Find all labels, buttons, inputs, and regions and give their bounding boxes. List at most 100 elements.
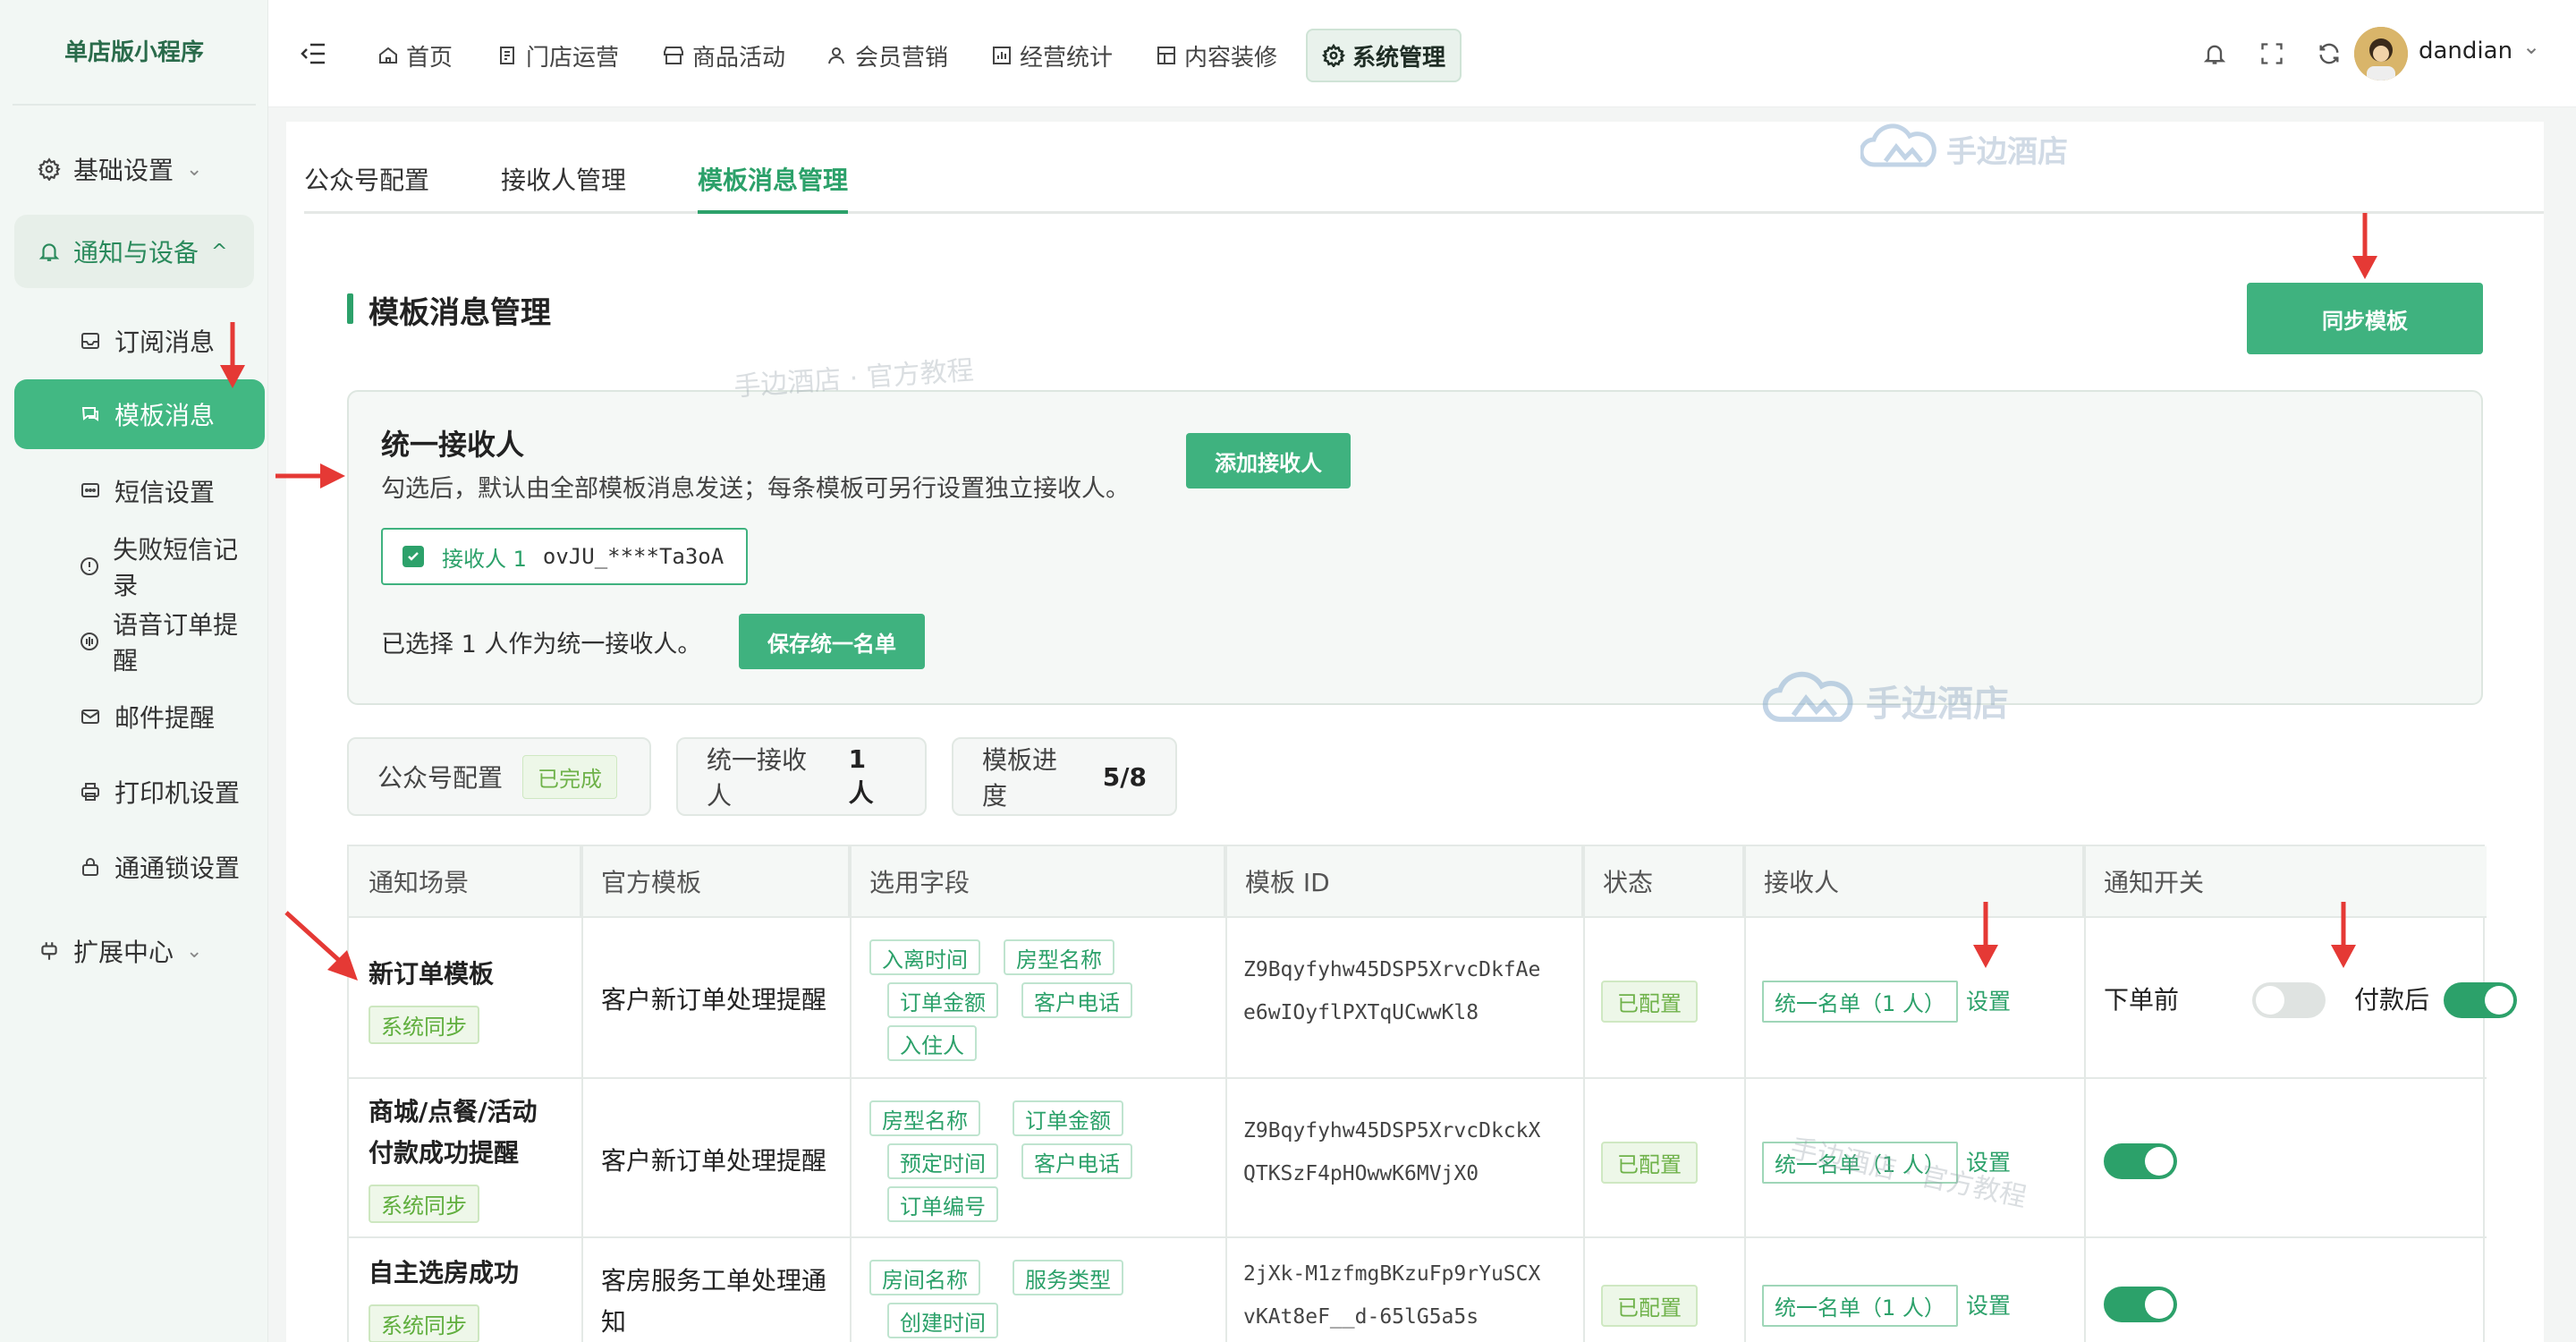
divider [349,1236,2487,1238]
nav-home[interactable]: 首页 [363,29,467,82]
save-unified-list-button[interactable]: 保存统一名单 [739,614,925,669]
divider [850,846,852,1342]
sync-templates-button[interactable]: 同步模板 [2247,283,2483,354]
shop-icon [662,45,685,66]
divider [1744,846,1746,1342]
fullscreen-icon[interactable] [2254,36,2290,72]
chevron-down-icon[interactable]: ⌄ [2522,34,2540,59]
stat-unified-receiver: 统一接收人 1 人 [676,737,927,816]
unified-title: 统一接收人 [381,428,525,462]
watermark-logo: 手边酒店 [1762,669,2009,732]
sidebar-item-label: 语音订单提醒 [113,610,239,675]
sidebar-item-printer-settings[interactable]: 打印机设置 [14,755,254,828]
plugin-icon [36,938,63,964]
column-header: 通知场景 [349,846,581,918]
sidebar-item-label: 失败短信记录 [113,535,239,600]
field-tag: 房间名称 [869,1260,980,1295]
sidebar-item-label: 通知与设备 [73,238,199,268]
receiver-label: 接收人 1 [442,546,527,572]
username[interactable]: dandian [2419,38,2512,64]
template-id: vKAt8eF__d-65lG5a5s [1243,1305,1479,1329]
checkbox-checked-icon [402,546,424,567]
chevron-down-icon: ⌄ [186,939,203,963]
column-header: 选用字段 [850,846,1225,918]
sidebar-item-failed-sms[interactable]: 失败短信记录 [14,530,254,603]
stat-account-config: 公众号配置 已完成 [347,737,651,816]
sidebar-item-lock-settings[interactable]: 通通锁设置 [14,830,254,904]
notification-toggle[interactable] [2104,1143,2177,1179]
sidebar-item-mail-reminder[interactable]: 邮件提醒 [14,680,254,753]
field-tag: 房型名称 [1004,939,1114,975]
sidebar-item-voice-reminder[interactable]: 语音订单提醒 [14,605,254,678]
user-icon [826,45,848,66]
before-order-toggle[interactable] [2252,982,2326,1018]
sidebar-item-label: 扩展中心 [73,938,174,967]
sidebar-item-sms-settings[interactable]: 短信设置 [14,454,254,528]
nav-content-decor[interactable]: 内容装修 [1141,29,1292,82]
switch-label: 下单前 [2104,985,2180,1015]
top-bar: 首页 门店运营 商品活动 会员营销 经营统计 内容装修 系统管理 dandian… [268,0,2576,107]
home-icon [377,45,399,66]
bell-icon[interactable] [2197,36,2233,72]
nav-product-activity[interactable]: 商品活动 [648,29,800,82]
nav-member-marketing[interactable]: 会员营销 [812,29,962,82]
toggle-knob [2145,1290,2174,1319]
nav-business-stats[interactable]: 经营统计 [977,29,1127,82]
add-receiver-button[interactable]: 添加接收人 [1186,433,1351,488]
nav-store-ops[interactable]: 门店运营 [483,29,633,82]
divider [2084,846,2086,1342]
divider [13,104,256,106]
sidebar-item-basic-settings[interactable]: 基础设置 ⌄ [14,132,254,206]
notification-toggle[interactable] [2104,1287,2177,1322]
field-tag: 订单编号 [887,1186,998,1222]
status-badge: 已配置 [1601,1285,1698,1327]
divider [581,846,583,1342]
tab-divider [304,211,2544,214]
annotation-arrow-icon [220,322,245,388]
tab-receiver-management[interactable]: 接收人管理 [501,161,626,197]
sidebar-item-extension-center[interactable]: 扩展中心 ⌄ [14,914,254,988]
field-tag: 客户电话 [1021,982,1132,1018]
template-id: Z9Bqyfyhw45DSP5XrvcDkckX [1243,1119,1541,1142]
receiver-checkbox[interactable]: 接收人 1 ovJU_****Ta3oA [381,528,748,585]
field-tag: 订单金额 [1013,1100,1123,1136]
tab-account-config[interactable]: 公众号配置 [304,161,429,197]
scene-name: 商城/点餐/活动 [369,1097,538,1126]
template-id: 2jXk-M1zfmgBKzuFp9rYuSCX [1243,1262,1541,1286]
set-receiver-link[interactable]: 设置 [1966,1288,2011,1321]
unified-description: 勾选后，默认由全部模板消息发送；每条模板可另行设置独立接收人。 [381,475,1130,503]
template-id: QTKSzF4pHOwwK6MVjX0 [1243,1162,1479,1185]
status-badge: 已完成 [522,754,618,799]
stat-template-progress: 模板进度 5/8 [952,737,1177,816]
after-payment-toggle[interactable] [2444,982,2517,1018]
switch-label: 付款后 [2354,985,2430,1015]
divider [1583,846,1585,1342]
chat-icon [77,401,104,428]
scene-name: 新订单模板 [369,959,495,989]
tab-template-management[interactable]: 模板消息管理 [698,161,848,197]
column-header: 状态 [1583,846,1744,918]
refresh-icon[interactable] [2311,36,2347,72]
sync-tag: 系统同步 [369,1304,479,1342]
sidebar-item-notification-devices[interactable]: 通知与设备 ^ [14,215,254,288]
template-table: 通知场景 官方模板 选用字段 模板 ID 状态 接收人 通知开关 新订单模板 系… [347,845,2517,1342]
field-tag: 订单金额 [887,982,998,1018]
divider [349,1077,2487,1079]
toggle-knob [2145,1147,2174,1176]
annotation-arrow-icon [2331,902,2356,968]
lock-icon [77,854,104,880]
nav-system-management[interactable]: 系统管理 [1306,29,1462,82]
field-tag: 入住人 [887,1025,977,1061]
sidebar-item-label: 订阅消息 [114,327,216,357]
set-receiver-link[interactable]: 设置 [1966,984,2011,1016]
app-title: 单店版小程序 [64,39,204,66]
annotation-arrow-icon [1973,902,1998,968]
divider [1225,846,1227,1342]
column-header: 通知开关 [2084,846,2487,918]
scene-name: 付款成功提醒 [369,1138,520,1168]
collapse-sidebar-icon[interactable] [295,36,331,72]
sidebar-item-label: 基础设置 [73,156,174,185]
status-badge: 已配置 [1601,981,1698,1023]
avatar[interactable] [2354,27,2408,81]
receiver-id: ovJU_****Ta3oA [542,544,724,569]
